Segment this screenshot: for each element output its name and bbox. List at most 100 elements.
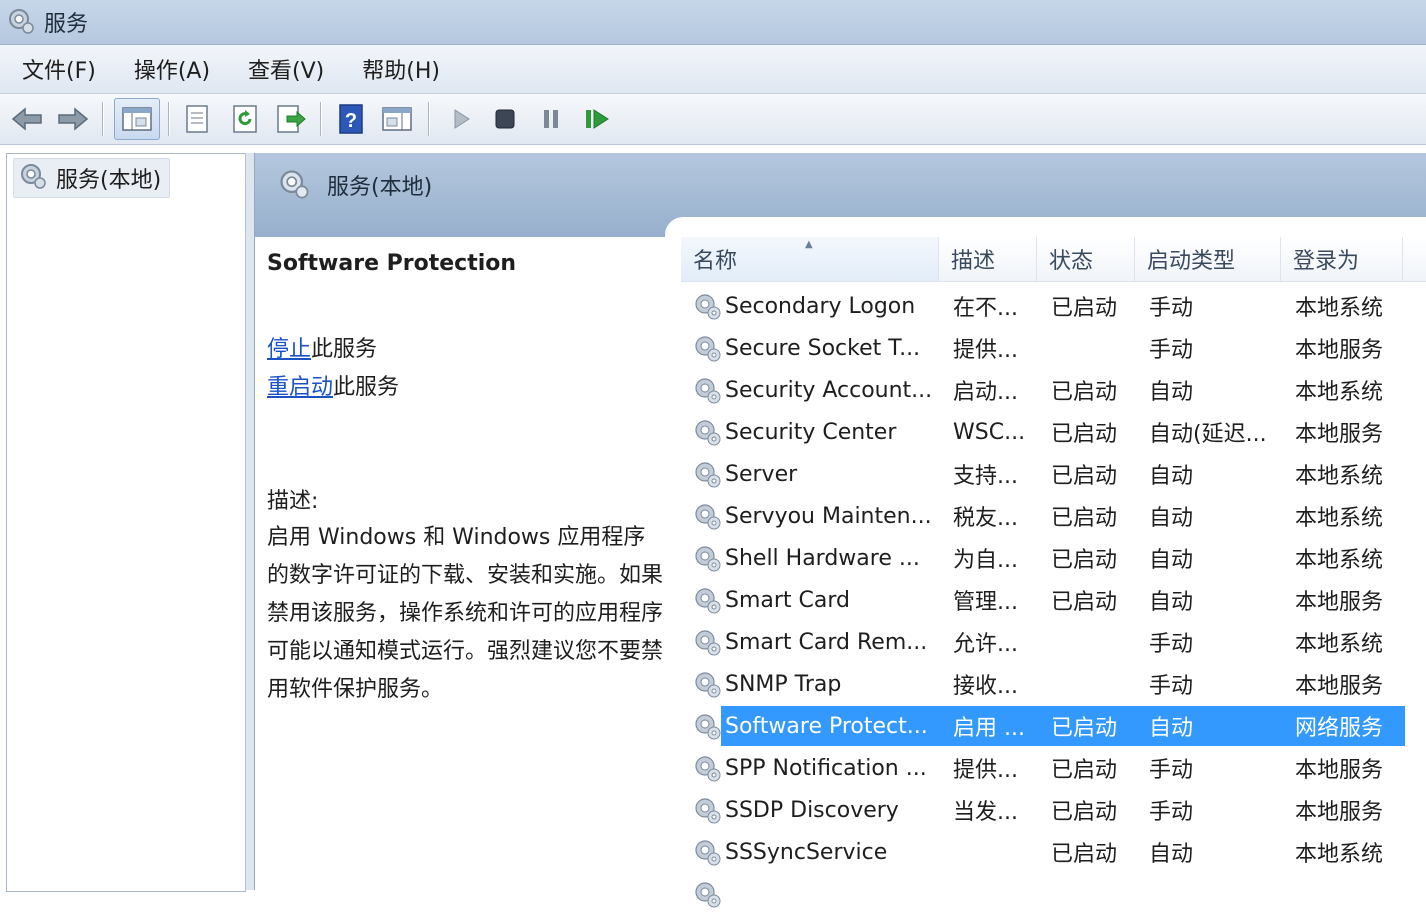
service-startup-cell: 手动 [1149,296,1194,321]
column-logon-as-label: 登录为 [1293,249,1360,274]
service-row[interactable]: Security Account... 启动... 已启动 自动 本地系统 [681,369,1426,411]
service-logon-cell: 本地系统 [1295,506,1384,531]
menu-view[interactable]: 查看(V) [232,53,340,85]
service-logon-cell: 本地系统 [1295,380,1384,405]
restart-service-link[interactable]: 重启动 [267,375,333,400]
stop-service-suffix: 此服务 [311,337,378,362]
sort-ascending-icon: ▲ [805,239,813,250]
properties-icon[interactable] [180,102,214,136]
service-row[interactable]: Smart Card Rem... 允许... 手动 本地系统 [681,621,1426,663]
service-name-cell: Security Account... [725,377,933,403]
service-gear-icon [691,710,723,746]
start-service-icon[interactable] [444,102,478,136]
service-logon-cell: 本地服务 [1295,338,1384,363]
window-title: 服务 [44,12,89,37]
service-name-cell: SNMP Trap [725,671,842,697]
tree-item-services-local[interactable]: 服务(本地) [13,158,171,198]
description-text: 启用 Windows 和 Windows 应用程序的数字许可证的下载、安装和实施… [267,525,664,702]
help-icon[interactable]: ? [334,102,368,136]
service-logon-cell: 本地系统 [1295,632,1384,657]
service-description-cell: 接收... [953,674,1018,699]
service-description-cell [953,831,1033,873]
service-description-cell [953,873,1033,915]
service-logon-cell: 网络服务 [1295,716,1384,741]
service-status-cell: 已启动 [1051,548,1118,573]
service-startup-cell: 自动 [1149,380,1194,405]
service-row[interactable]: Smart Card 管理... 已启动 自动 本地服务 [681,579,1426,621]
service-gear-icon [691,290,723,326]
service-name-cell: Servyou Mainten... [725,503,932,529]
pane-header: 服务(本地) [255,153,1426,247]
console-tree-icon[interactable] [114,98,160,140]
console-tree: 服务(本地) [6,153,246,892]
service-status-cell: 已启动 [1051,800,1118,825]
service-logon-cell: 本地系统 [1295,842,1384,867]
service-name-cell: SPP Notification ... [725,755,927,781]
toolbar-separator [168,102,170,136]
toolbar-separator [102,102,104,136]
export-list-icon[interactable] [274,102,308,136]
column-header-row: 名称 ▲ 描述 状态 启动类型 登录为 [681,237,1426,282]
stop-service-icon[interactable] [488,102,522,136]
service-status-cell [1051,621,1133,663]
service-description-cell: 提供... [953,758,1018,783]
pause-service-icon[interactable] [534,102,568,136]
service-logon-cell: 本地服务 [1295,800,1384,825]
show-hide-icon[interactable] [380,102,414,136]
service-name-cell [725,873,937,915]
resume-service-icon[interactable] [580,102,614,136]
service-startup-cell: 自动 [1149,716,1194,741]
service-row[interactable]: SSDP Discovery 当发... 已启动 手动 本地服务 [681,789,1426,831]
service-gear-icon [691,836,723,872]
service-name-cell: Smart Card Rem... [725,629,928,655]
service-startup-cell: 自动 [1149,590,1194,615]
title-bar: 服务 [0,0,1426,45]
service-description-cell: 税友... [953,506,1018,531]
service-name-cell: Smart Card [725,587,851,613]
service-row[interactable]: Security Center WSC... 已启动 自动(延迟... 本地服务 [681,411,1426,453]
service-row[interactable]: Servyou Mainten... 税友... 已启动 自动 本地系统 [681,495,1426,537]
stop-service-link[interactable]: 停止 [267,337,311,362]
service-gear-icon [691,794,723,830]
column-status[interactable]: 状态 [1037,237,1135,281]
column-description[interactable]: 描述 [939,237,1037,281]
forward-icon[interactable] [56,102,90,136]
service-row[interactable]: SPP Notification ... 提供... 已启动 手动 本地服务 [681,747,1426,789]
column-logon-as[interactable]: 登录为 [1281,237,1403,281]
service-row[interactable]: Secure Socket T... 提供... 手动 本地服务 [681,327,1426,369]
service-logon-cell: 本地服务 [1295,590,1384,615]
service-logon-cell: 本地系统 [1295,296,1384,321]
back-icon[interactable] [10,102,44,136]
service-startup-cell: 手动 [1149,800,1194,825]
service-gear-icon [691,458,723,494]
column-name[interactable]: 名称 ▲ [681,237,939,281]
service-description-cell: 允许... [953,632,1018,657]
tree-item-label: 服务(本地) [56,168,162,193]
service-startup-cell: 自动(延迟... [1149,422,1267,447]
service-logon-cell: 本地系统 [1295,548,1384,573]
service-row[interactable]: Server 支持... 已启动 自动 本地系统 [681,453,1426,495]
service-status-cell: 已启动 [1051,506,1118,531]
toolbar: ? [0,94,1426,145]
frame-spacer [0,145,1426,153]
refresh-icon[interactable] [228,102,262,136]
service-row[interactable] [681,873,1426,915]
menu-help[interactable]: 帮助(H) [346,53,456,85]
menu-file[interactable]: 文件(F) [6,53,112,85]
services-gear-icon [6,6,36,40]
service-row[interactable]: SNMP Trap 接收... 手动 本地服务 [681,663,1426,705]
service-description-cell: 支持... [953,464,1018,489]
service-description-cell: 当发... [953,800,1018,825]
menu-action[interactable]: 操作(A) [118,53,226,85]
service-logon-cell: 本地服务 [1295,422,1384,447]
svg-text:?: ? [345,110,357,132]
column-startup-type[interactable]: 启动类型 [1135,237,1281,281]
service-gear-icon [691,668,723,704]
service-row[interactable]: Secondary Logon 在不... 已启动 手动 本地系统 [681,285,1426,327]
service-row[interactable]: Shell Hardware ... 为自... 已启动 自动 本地系统 [681,537,1426,579]
column-name-label: 名称 [693,249,738,274]
service-name-cell: Secondary Logon [725,293,916,319]
service-description-cell: 为自... [953,548,1018,573]
service-row-selected[interactable]: Software Protect... 启用 ... 已启动 自动 网络服务 [681,705,1426,747]
service-row[interactable]: SSSyncService 已启动 自动 本地系统 [681,831,1426,873]
